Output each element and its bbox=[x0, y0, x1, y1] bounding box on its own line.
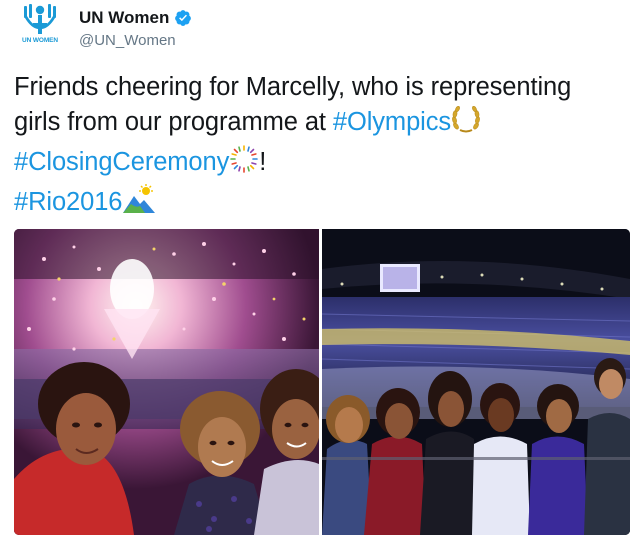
photo-selfie-three-friends[interactable] bbox=[14, 229, 319, 535]
photo-group-in-stands[interactable] bbox=[322, 229, 630, 535]
tweet-media bbox=[14, 229, 630, 535]
name-row: UN Women bbox=[79, 8, 192, 28]
hashtag-rio2016-link[interactable]: #Rio2016 bbox=[14, 188, 122, 216]
tweet-body-text: Friends cheering for Marcelly, who is re… bbox=[14, 73, 572, 136]
photo-left-graphic bbox=[14, 229, 319, 535]
hashtag-closingceremony-link[interactable]: #ClosingCeremony bbox=[14, 148, 229, 176]
photo-right-graphic bbox=[322, 229, 630, 535]
verified-badge-icon bbox=[174, 9, 192, 27]
un-women-logo-icon bbox=[24, 4, 56, 34]
display-name[interactable]: UN Women bbox=[79, 8, 169, 28]
laurel-wreath-icon bbox=[451, 106, 481, 144]
account-avatar[interactable]: UN WOMEN bbox=[14, 4, 66, 56]
exclamation-text: ! bbox=[259, 148, 267, 176]
tweet-text: Friends cheering for Marcelly, who is re… bbox=[14, 70, 624, 224]
account-handle[interactable]: @UN_Women bbox=[79, 32, 176, 49]
mountain-sun-icon bbox=[122, 184, 156, 224]
tweet-card: UN WOMEN UN Women @UN_Women Friends chee… bbox=[0, 0, 636, 540]
hashtag-olympics-link[interactable]: #Olympics bbox=[333, 108, 451, 136]
fireworks-icon bbox=[229, 144, 259, 184]
avatar-caption: UN WOMEN bbox=[21, 37, 59, 44]
